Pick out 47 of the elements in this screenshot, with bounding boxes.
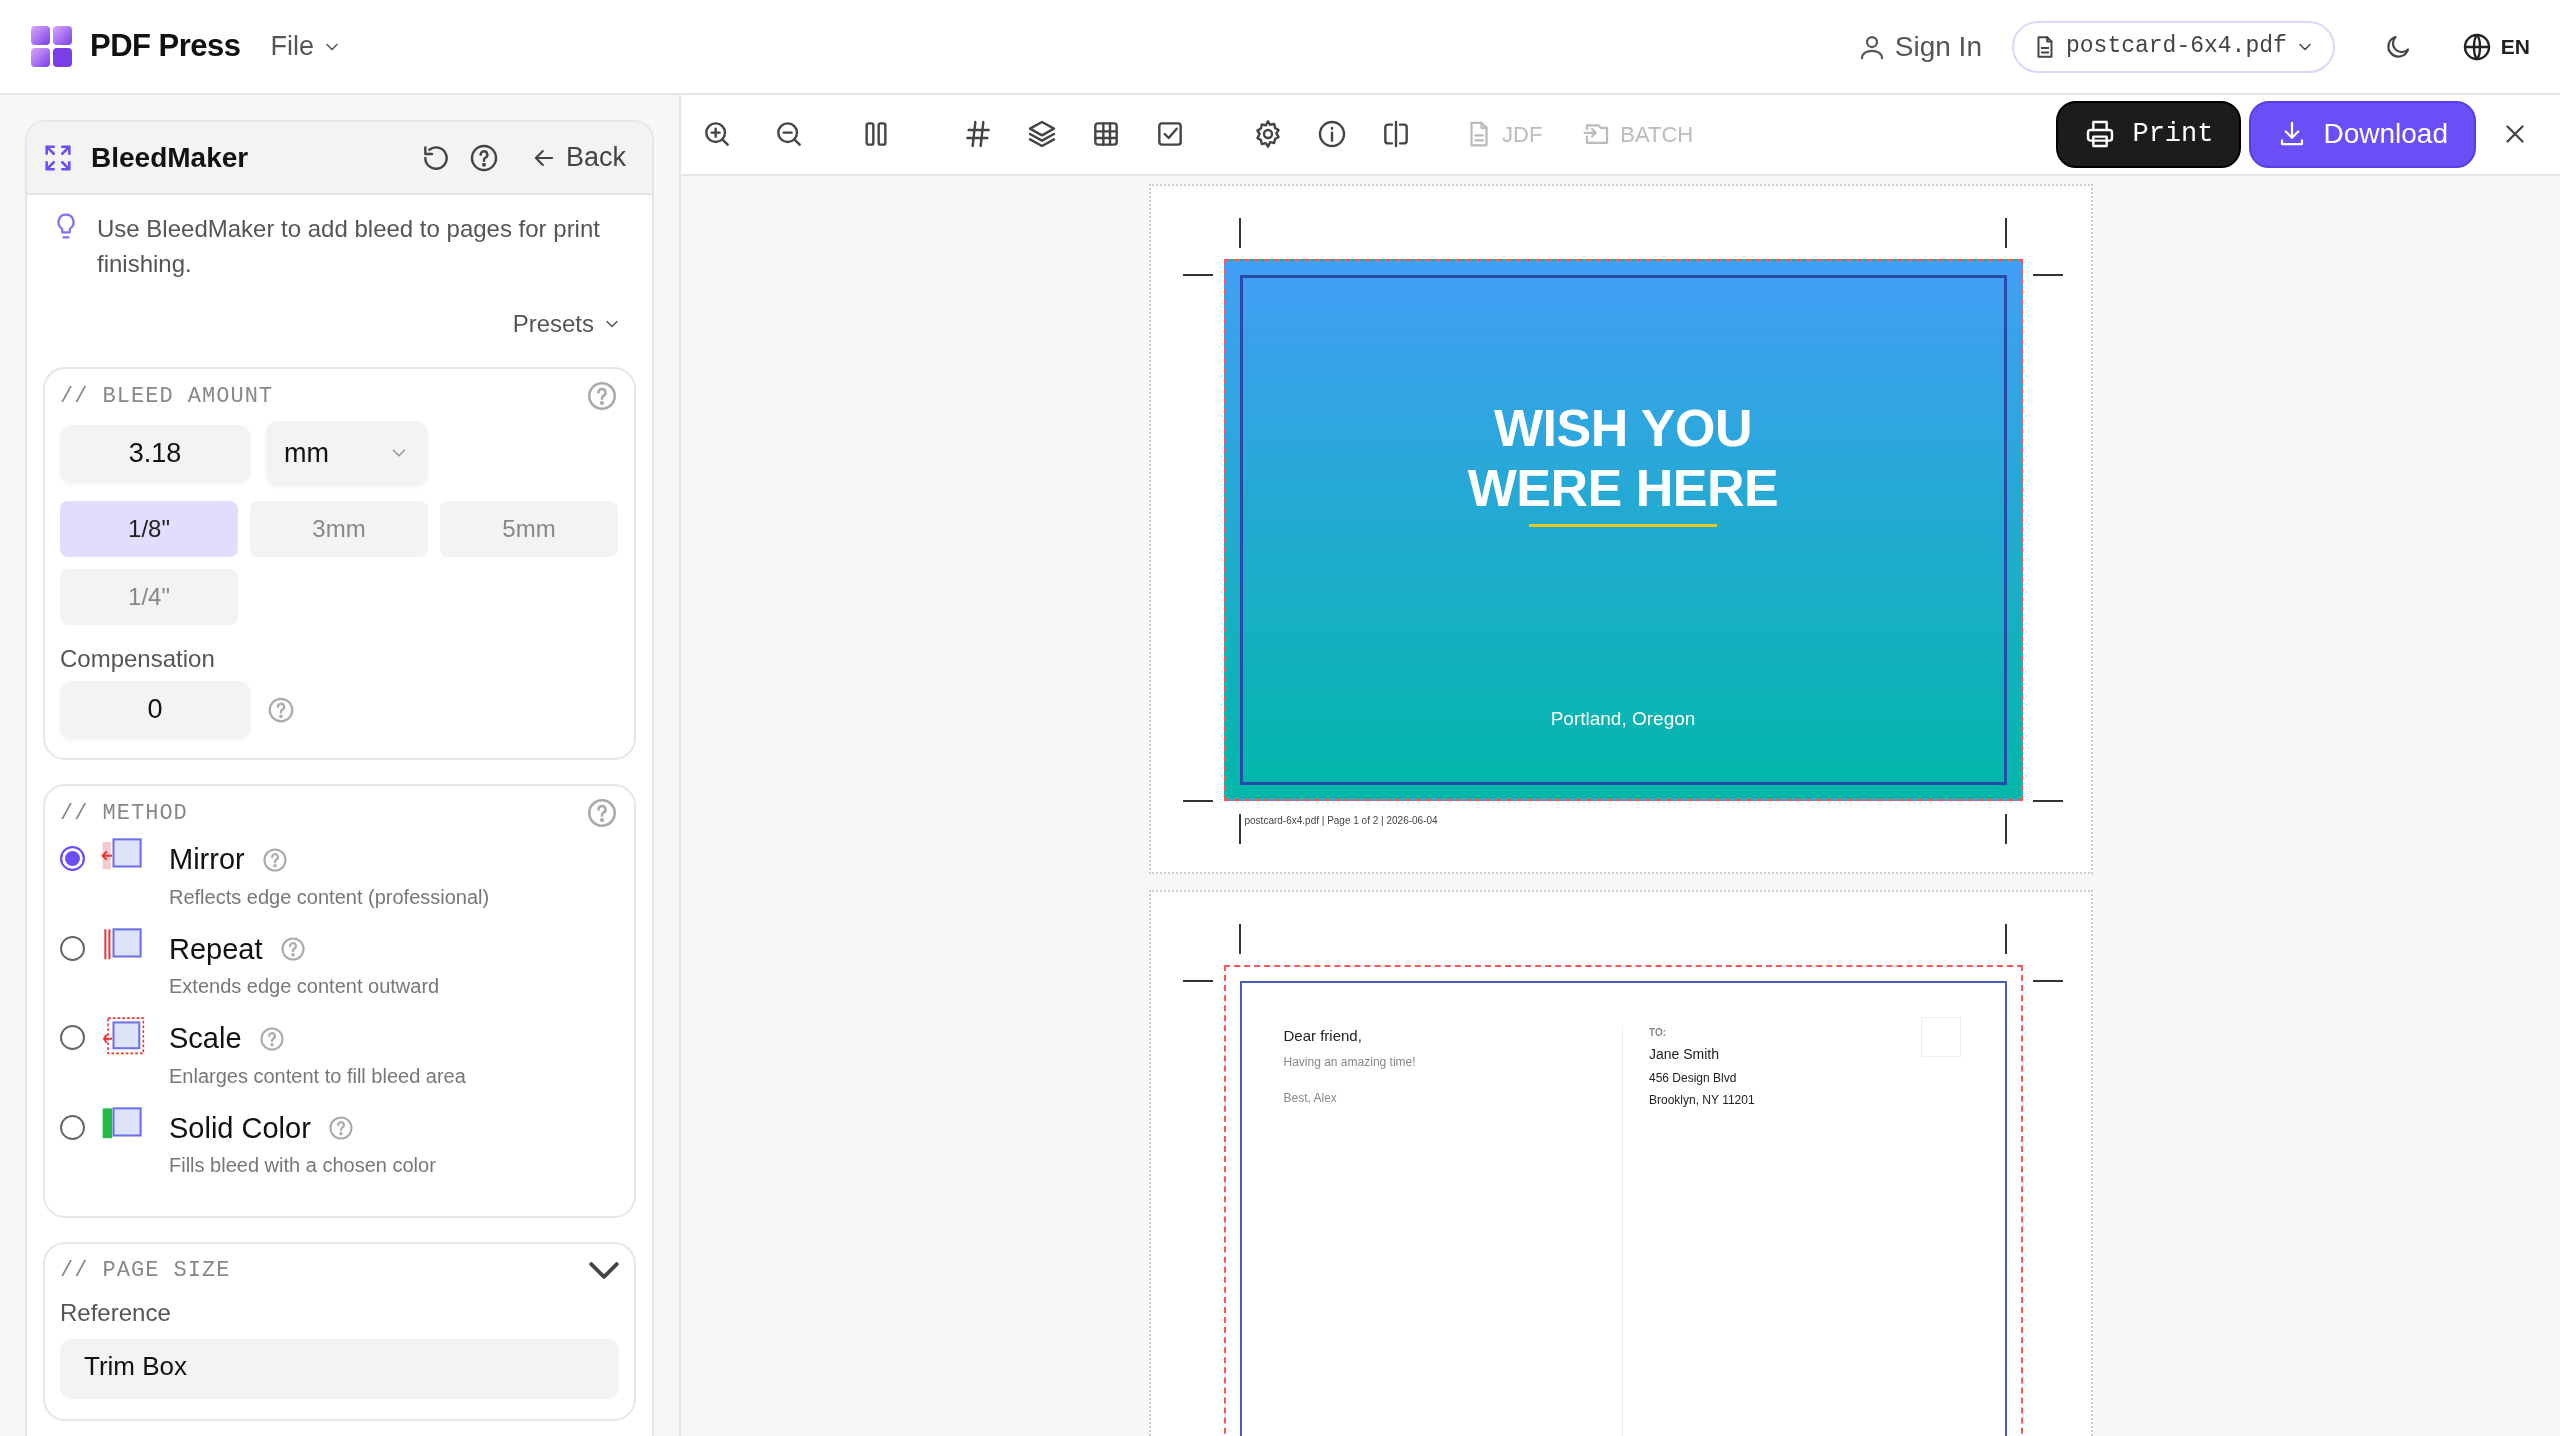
download-button[interactable]: Download bbox=[2249, 100, 2476, 168]
address-line: Brooklyn, NY 11201 bbox=[1649, 1091, 1756, 1109]
file-menu[interactable]: File bbox=[264, 25, 349, 68]
radio-button[interactable] bbox=[60, 846, 85, 871]
field-label: Compensation bbox=[60, 644, 216, 674]
method-description: Fills bleed with a chosen color bbox=[169, 1153, 436, 1178]
compensation-field[interactable]: 0 bbox=[60, 681, 250, 738]
sign-in-button[interactable]: Sign In bbox=[1850, 24, 1988, 69]
app-name: PDF Press bbox=[90, 27, 241, 66]
method-label[interactable]: Scale bbox=[169, 1017, 242, 1061]
signoff-text: Best, Alex bbox=[1283, 1090, 1338, 1108]
method-description: Reflects edge content (professional) bbox=[169, 884, 490, 910]
radio-button[interactable] bbox=[60, 935, 85, 961]
preset-button[interactable]: 1/8" bbox=[60, 501, 238, 557]
print-button[interactable]: Print bbox=[2056, 100, 2242, 168]
address-line: 456 Design Blvd bbox=[1649, 1069, 1738, 1087]
postcard-caption: Portland, Oregon bbox=[1550, 707, 1696, 732]
method-label[interactable]: Solid Color bbox=[169, 1106, 311, 1150]
back-button[interactable]: Back bbox=[523, 136, 632, 179]
address-label: TO: bbox=[1649, 1025, 1668, 1040]
method-label[interactable]: Repeat bbox=[169, 927, 263, 971]
scale-method-icon bbox=[101, 1017, 145, 1055]
postcard-headline: WERE HERE bbox=[1467, 457, 1779, 518]
language-selector[interactable]: EN bbox=[2460, 30, 2530, 63]
bleed-value-field[interactable]: 3.18 bbox=[60, 424, 250, 482]
app-logo-icon bbox=[30, 24, 74, 69]
panel-title: BleedMaker bbox=[91, 140, 249, 175]
section-title: // METHOD bbox=[60, 799, 188, 828]
radio-button[interactable] bbox=[60, 1114, 85, 1140]
method-label[interactable]: Mirror bbox=[169, 838, 245, 882]
section-title: // PAGE SIZE bbox=[60, 1257, 231, 1285]
radio-button[interactable] bbox=[60, 1025, 85, 1050]
method-description: Enlarges content to fill bleed area bbox=[169, 1063, 466, 1089]
presets-dropdown[interactable]: Presets bbox=[506, 305, 628, 343]
method-description: Extends edge content outward bbox=[169, 974, 440, 999]
reference-select[interactable]: Trim Box bbox=[60, 1339, 619, 1399]
collapse-toggle[interactable] bbox=[589, 1262, 619, 1279]
hint-text: Use BleedMaker to add bleed to pages for print finishing. bbox=[97, 214, 601, 279]
greeting-text: Dear friend, bbox=[1283, 1025, 1363, 1046]
message-text: Having an amazing time! bbox=[1283, 1054, 1417, 1072]
file-selector[interactable]: postcard-6x4.pdf bbox=[2011, 20, 2335, 73]
page-slug: postcard-6x4.pdf | Page 1 of 2 | 2026-06-04 bbox=[1244, 813, 1438, 828]
section-title: // BLEED AMOUNT bbox=[60, 382, 274, 411]
field-label: Reference bbox=[60, 1298, 172, 1328]
unit-select[interactable]: mm bbox=[266, 421, 428, 485]
recipient-name: Jane Smith bbox=[1649, 1044, 1721, 1064]
postcard-headline: WISH YOU bbox=[1494, 397, 1752, 458]
